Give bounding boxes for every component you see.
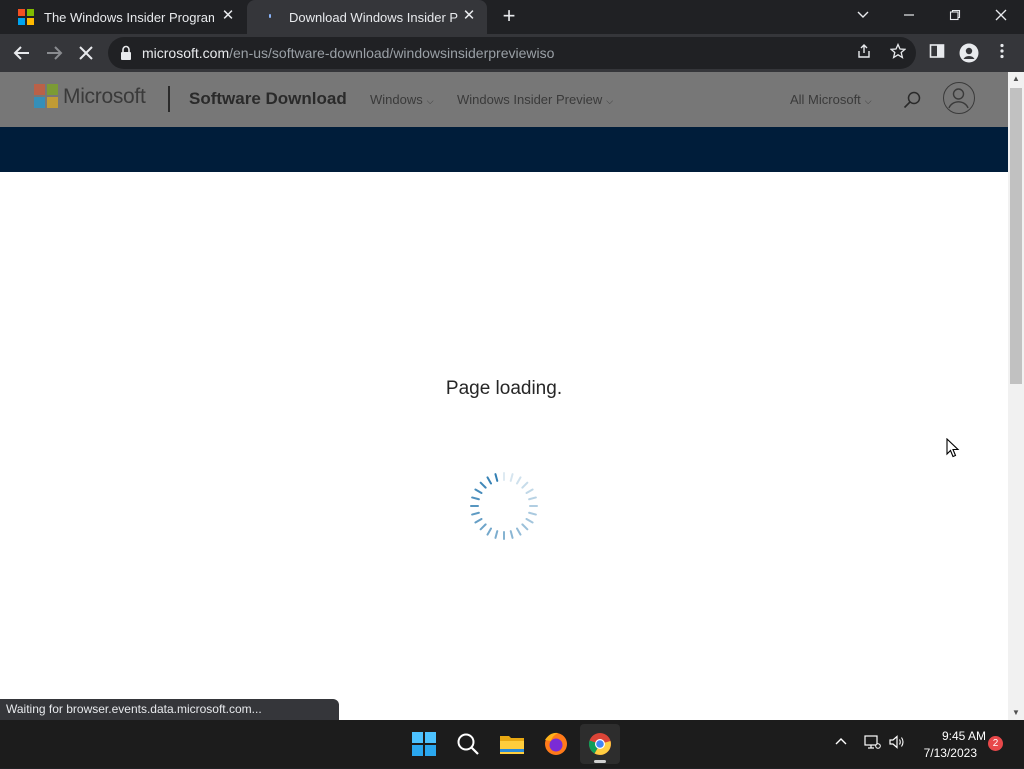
scroll-thumb[interactable] — [1010, 88, 1022, 384]
spinner-dash — [494, 473, 499, 482]
nav-label: All Microsoft — [790, 92, 861, 107]
spinner-dash — [509, 473, 514, 482]
search-icon[interactable] — [448, 724, 488, 764]
search-icon[interactable] — [902, 90, 922, 110]
tab-title: The Windows Insider Program — [44, 9, 214, 25]
active-indicator — [594, 760, 606, 763]
chevron-down-icon[interactable] — [840, 0, 886, 30]
close-icon[interactable]: ✕ — [220, 8, 236, 24]
windows-logo-icon — [18, 9, 34, 25]
spinner-dash — [521, 481, 529, 489]
scroll-up-icon[interactable]: ▲ — [1008, 72, 1024, 86]
chevron-down-icon: ⌵ — [606, 96, 614, 106]
stop-icon[interactable] — [72, 39, 100, 67]
spinner-dash — [479, 523, 487, 531]
spinner-dash — [474, 488, 483, 494]
address-bar[interactable]: microsoft.com/en-us/software-download/wi… — [108, 37, 916, 69]
minimize-icon[interactable] — [886, 0, 932, 30]
scrollbar[interactable]: ▲ ▼ — [1008, 72, 1024, 720]
url-path: /en-us/software-download/windowsinsiderp… — [229, 45, 555, 61]
volume-icon[interactable] — [887, 734, 907, 754]
nav-windows-insider-preview[interactable]: Windows Insider Preview ⌵ — [457, 92, 613, 107]
taskbar: 9:45 AM 7/13/2023 — [0, 720, 1024, 768]
spinner-dash — [486, 527, 492, 536]
nav-label: Windows Insider Preview — [457, 92, 603, 107]
close-window-icon[interactable] — [978, 0, 1024, 30]
header-divider — [168, 86, 170, 112]
browser-toolbar: microsoft.com/en-us/software-download/wi… — [0, 34, 1024, 72]
spinner-dash — [486, 476, 492, 485]
loading-message: Page loading. — [445, 378, 563, 399]
brand-name[interactable]: Microsoft — [63, 85, 146, 109]
spinner-dash — [471, 496, 480, 501]
plus-icon[interactable]: + — [498, 5, 520, 27]
site-header: Microsoft Software Download Windows ⌵ Win… — [0, 72, 1008, 127]
scroll-down-icon[interactable]: ▼ — [1008, 706, 1024, 720]
tab-download-insider-preview[interactable]: Download Windows Insider Previ ✕ — [247, 0, 487, 34]
chevron-down-icon: ⌵ — [864, 96, 872, 106]
tab-strip: The Windows Insider Program ✕ Download W… — [0, 0, 1024, 34]
spinner-dash — [471, 511, 480, 516]
nav-windows[interactable]: Windows ⌵ — [370, 92, 434, 107]
spinner-dash — [479, 481, 487, 489]
tab-windows-insider-program[interactable]: The Windows Insider Program ✕ — [0, 0, 246, 34]
nav-all-microsoft[interactable]: All Microsoft ⌵ — [790, 92, 872, 107]
back-icon[interactable] — [8, 39, 36, 67]
side-panel-icon[interactable] — [927, 43, 947, 63]
loading-favicon-icon — [265, 9, 281, 25]
spinner-dash — [528, 511, 537, 516]
avatar-icon[interactable] — [943, 82, 975, 114]
spinner-dash — [525, 488, 534, 494]
restore-icon[interactable] — [932, 0, 978, 30]
more-icon[interactable] — [992, 43, 1012, 63]
microsoft-logo-icon[interactable] — [34, 84, 58, 108]
spinner-dash — [521, 523, 529, 531]
clock-time[interactable]: 9:45 AM — [912, 729, 986, 743]
notification-badge[interactable]: 2 — [988, 736, 1003, 751]
forward-icon[interactable] — [40, 39, 68, 67]
page-viewport: Microsoft Software Download Windows ⌵ Win… — [0, 72, 1008, 720]
url-text[interactable]: microsoft.com/en-us/software-download/wi… — [142, 45, 554, 61]
start-icon[interactable] — [404, 724, 444, 764]
url-host: microsoft.com — [142, 45, 230, 61]
file-explorer-icon[interactable] — [492, 724, 532, 764]
lock-icon[interactable] — [120, 45, 132, 61]
hero-bar — [0, 127, 1008, 172]
spinner-dash — [494, 530, 499, 539]
close-icon[interactable]: ✕ — [461, 8, 477, 24]
star-icon[interactable] — [888, 42, 908, 63]
spinner-dash — [516, 527, 522, 536]
chrome-icon[interactable] — [580, 724, 620, 764]
clock-date[interactable]: 7/13/2023 — [912, 746, 977, 760]
spinner-dash — [474, 518, 483, 524]
spinner-dash — [509, 530, 514, 539]
nav-label: Windows — [370, 92, 423, 107]
spinner-dash — [528, 496, 537, 501]
spinner-icon — [470, 472, 538, 540]
profile-icon[interactable] — [959, 43, 979, 63]
firefox-icon[interactable] — [536, 724, 576, 764]
chevron-down-icon: ⌵ — [426, 96, 434, 106]
status-bubble: Waiting for browser.events.data.microsof… — [0, 699, 339, 720]
spinner-dash — [525, 518, 534, 524]
tab-title: Download Windows Insider Previ — [289, 9, 459, 25]
mouse-cursor-icon — [946, 438, 960, 458]
network-icon[interactable] — [862, 734, 882, 754]
share-icon[interactable] — [854, 43, 874, 63]
section-title[interactable]: Software Download — [189, 89, 347, 109]
spinner-dash — [516, 476, 522, 485]
chevron-up-icon[interactable] — [832, 734, 850, 754]
